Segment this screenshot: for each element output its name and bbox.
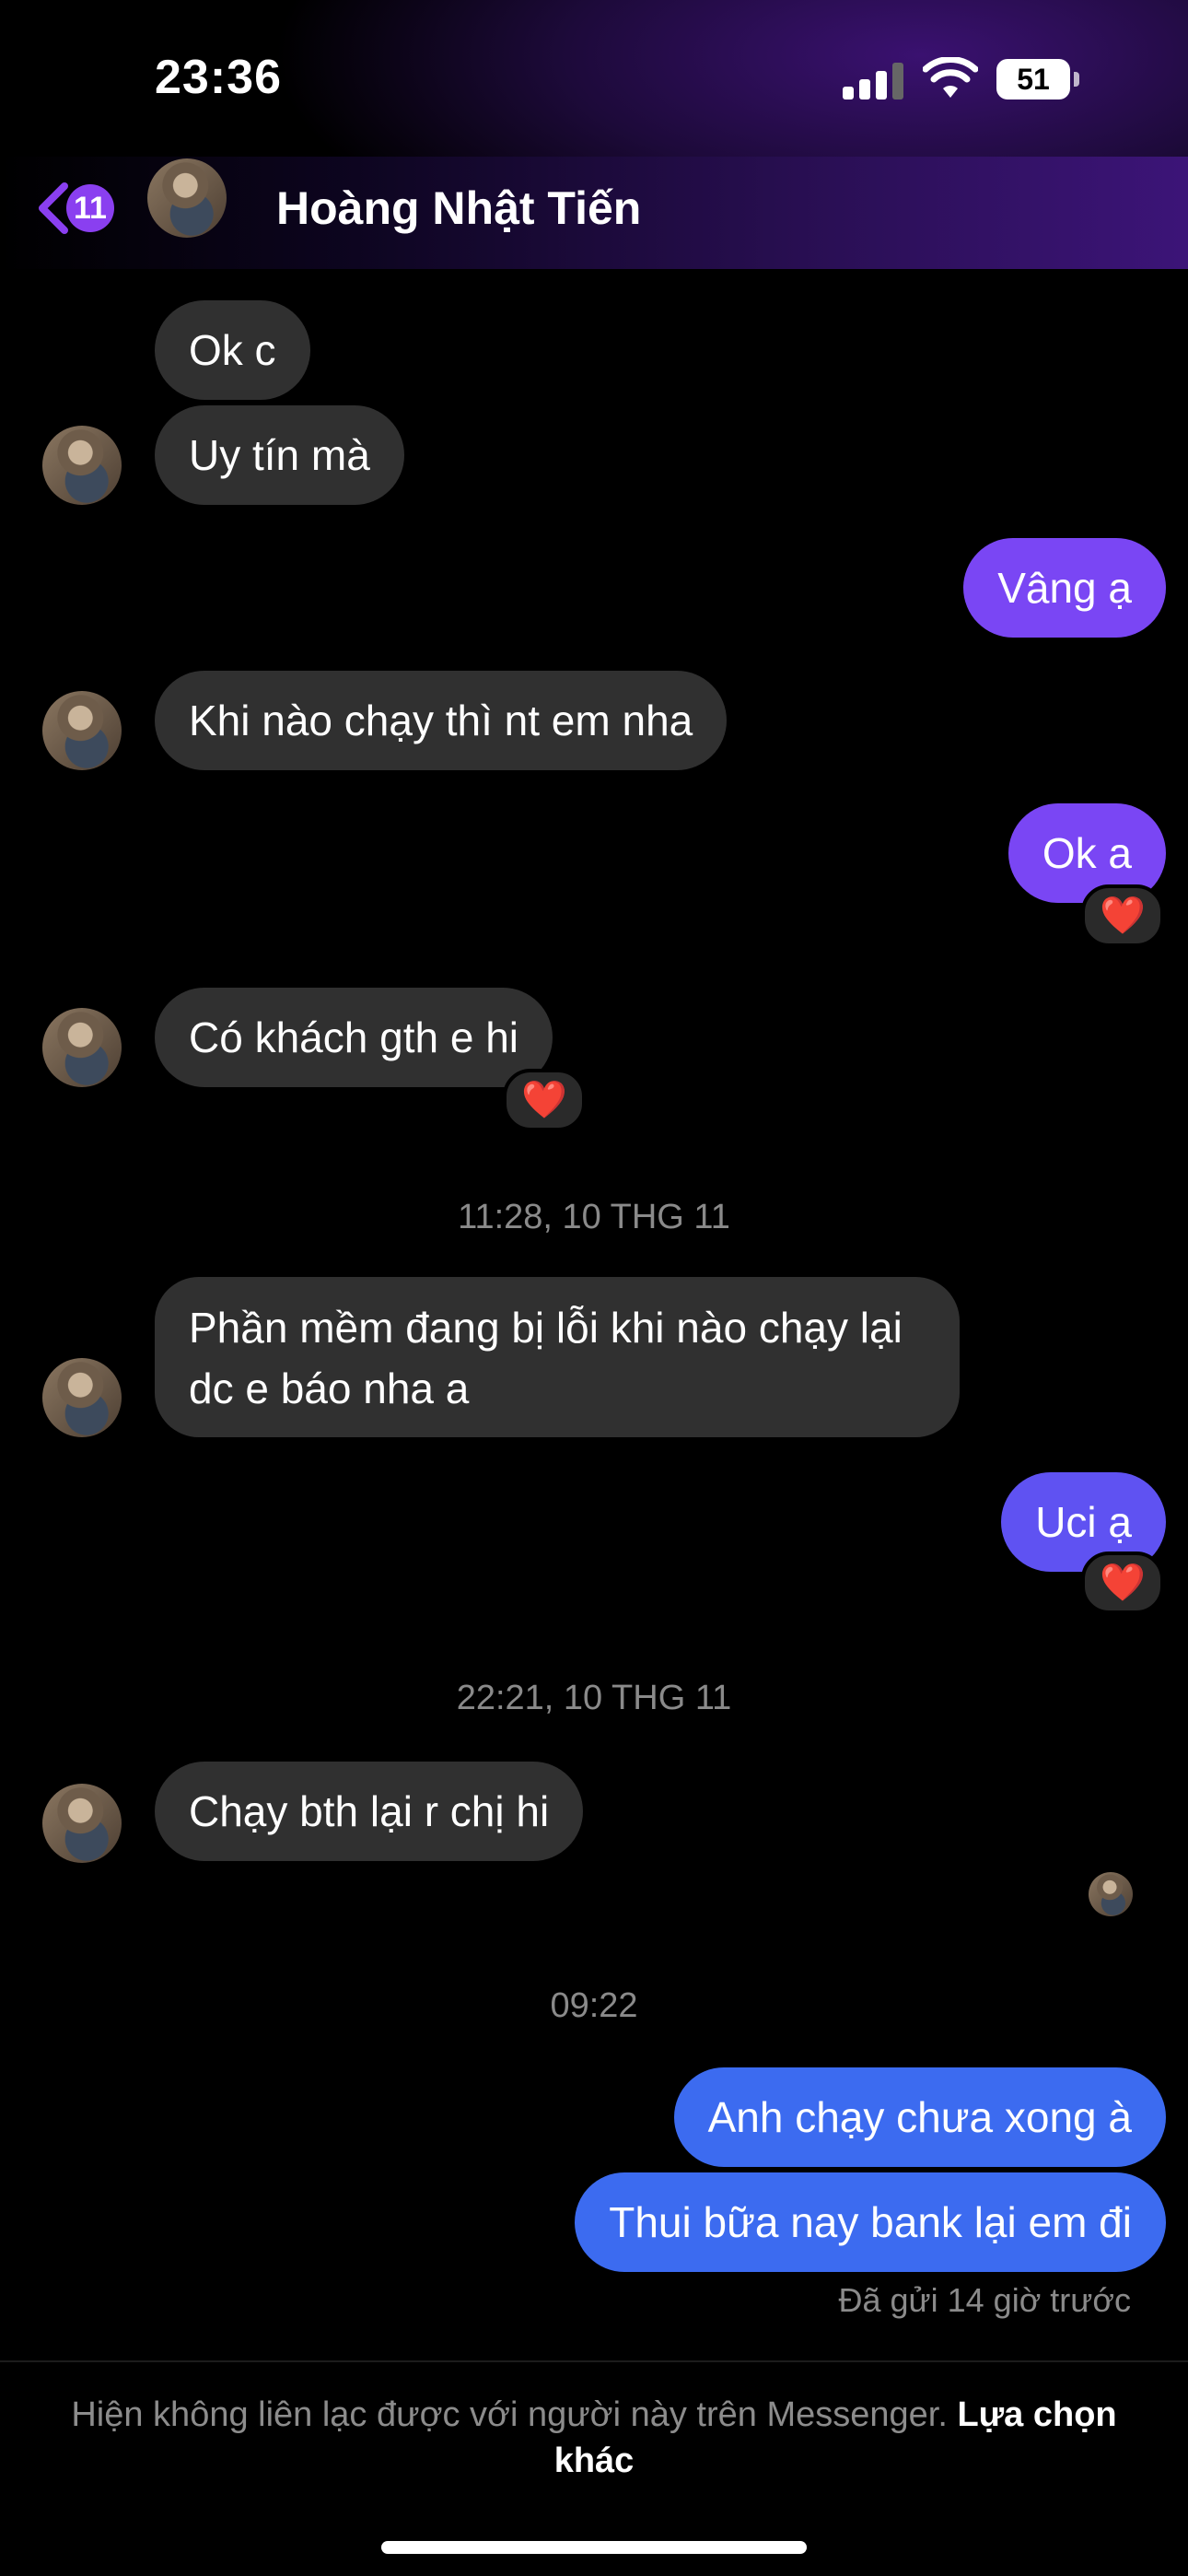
sender-avatar[interactable]	[42, 691, 122, 770]
message-incoming[interactable]: Khi nào chạy thì nt em nha	[155, 671, 728, 770]
contact-avatar[interactable]	[147, 158, 227, 238]
message-incoming[interactable]: Chạy bth lại r chị hi	[155, 1762, 584, 1861]
cellular-signal-icon	[843, 63, 907, 100]
contact-name[interactable]: Hoàng Nhật Tiến	[276, 181, 641, 235]
message-outgoing[interactable]: Anh chạy chưa xong à	[673, 2067, 1166, 2167]
heart-reaction-icon[interactable]: ❤️	[503, 1069, 586, 1131]
seen-indicator-avatar	[1089, 1872, 1133, 1916]
message-outgoing[interactable]: Vâng ạ	[963, 538, 1166, 638]
message-incoming[interactable]: Phần mềm đang bị lỗi khi nào chạy lại dc…	[155, 1277, 960, 1437]
message-incoming[interactable]: Có khách gth e hi	[155, 988, 553, 1087]
sent-status: Đã gửi 14 giờ trước	[838, 2281, 1131, 2319]
message-outgoing[interactable]: Thui bữa nay bank lại em đi	[575, 2172, 1166, 2272]
heart-reaction-icon[interactable]: ❤️	[1081, 884, 1164, 947]
notice-text: Hiện không liên lạc được với người này t…	[71, 2395, 948, 2434]
wifi-icon	[923, 57, 978, 98]
timestamp: 09:22	[550, 1986, 638, 2025]
unread-badge: 11	[66, 184, 114, 232]
sender-avatar[interactable]	[42, 1784, 122, 1863]
battery-icon: 51	[996, 59, 1081, 100]
back-button[interactable]: 11	[35, 181, 127, 236]
timestamp: 22:21, 10 THG 11	[456, 1679, 732, 1717]
status-time: 23:36	[155, 51, 282, 104]
message-incoming[interactable]: Ok c	[155, 300, 310, 400]
sender-avatar[interactable]	[42, 1008, 122, 1087]
message-incoming[interactable]: Uy tín mà	[155, 405, 404, 505]
sender-avatar[interactable]	[42, 426, 122, 505]
status-bar: 23:36 51	[0, 0, 1188, 157]
sender-avatar[interactable]	[42, 1358, 122, 1437]
unavailable-notice: Hiện không liên lạc được với người này t…	[55, 2392, 1133, 2484]
divider	[0, 2360, 1188, 2362]
heart-reaction-icon[interactable]: ❤️	[1081, 1551, 1164, 1614]
timestamp: 11:28, 10 THG 11	[458, 1198, 730, 1236]
battery-level: 51	[996, 59, 1070, 100]
home-indicator[interactable]	[381, 2541, 807, 2554]
